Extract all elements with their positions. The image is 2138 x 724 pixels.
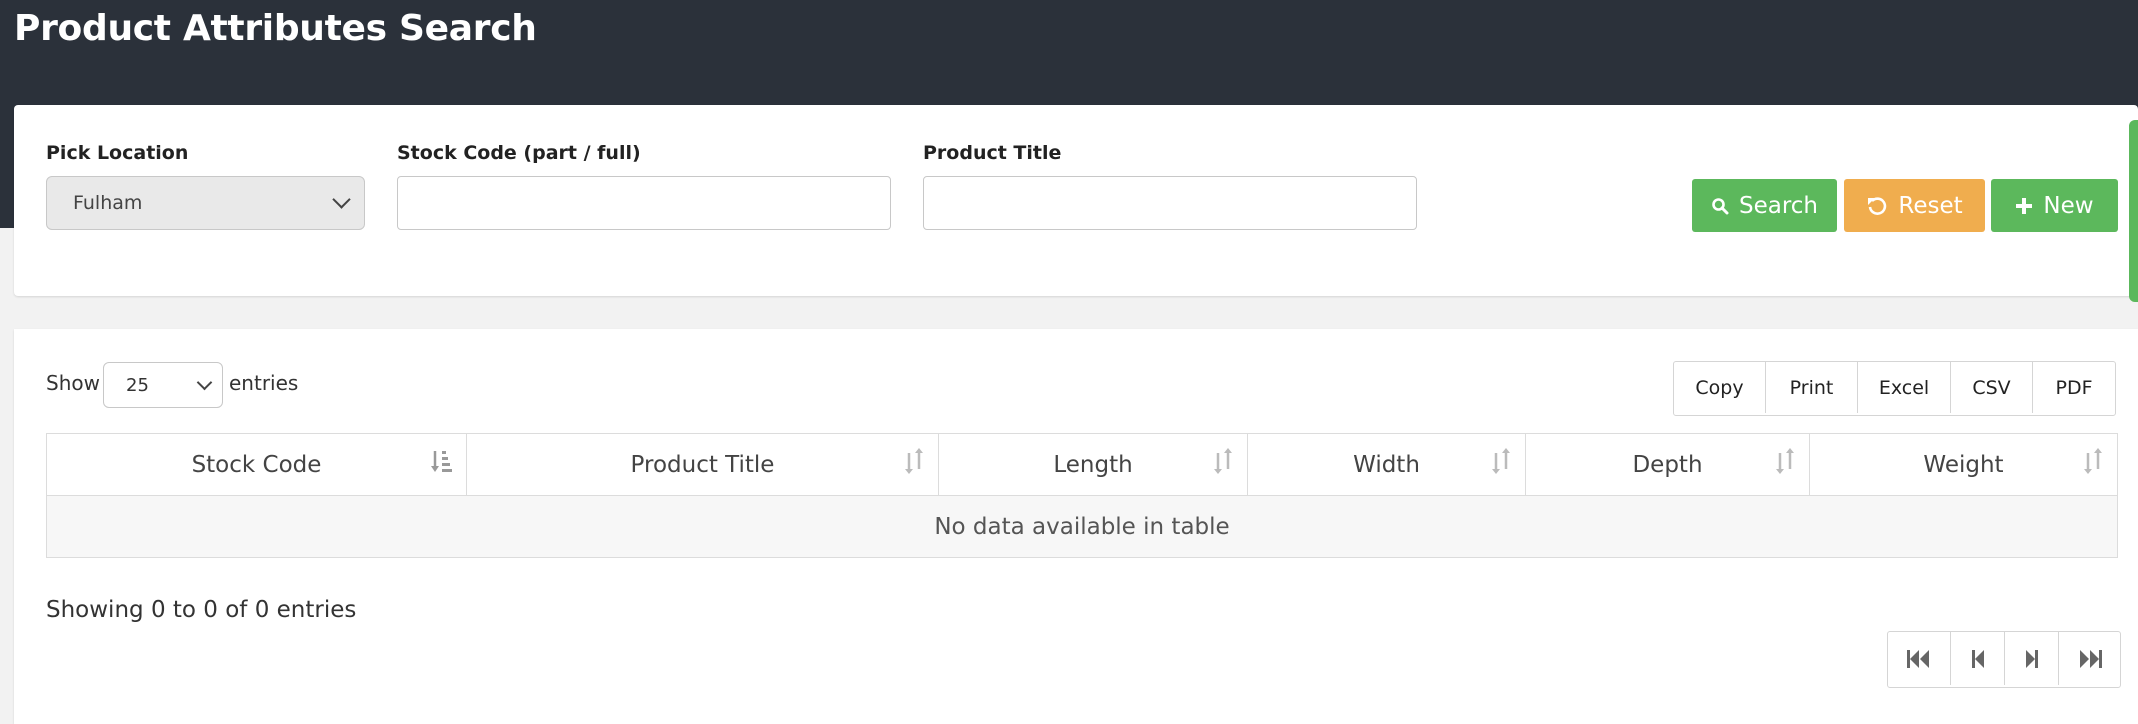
next-page-icon <box>2025 649 2038 668</box>
sort-both-icon <box>1492 448 1510 474</box>
next-page-button[interactable] <box>2005 632 2059 685</box>
sort-both-icon <box>905 448 923 474</box>
pick-location-select[interactable]: Fulham <box>46 176 365 230</box>
first-page-button[interactable] <box>1888 632 1951 685</box>
page-size-value: 25 <box>126 374 149 396</box>
column-header-product-title[interactable]: Product Title <box>466 433 939 496</box>
pick-location-label: Pick Location <box>46 142 189 164</box>
previous-page-icon <box>1971 649 1984 668</box>
column-header-depth[interactable]: Depth <box>1525 433 1810 496</box>
sort-both-icon <box>1776 448 1794 474</box>
pick-location-value: Fulham <box>73 192 143 214</box>
empty-table-message: No data available in table <box>46 495 2118 558</box>
plus-icon <box>2016 197 2033 214</box>
product-title-input[interactable] <box>923 176 1417 230</box>
entries-label: entries <box>229 371 299 395</box>
sort-ascending-icon <box>431 451 452 472</box>
sort-both-icon <box>1214 448 1232 474</box>
last-page-icon <box>2079 649 2102 668</box>
pagination <box>1887 631 2121 688</box>
results-table: Stock Code Product Title Length Width De… <box>46 433 2118 558</box>
page-title: Product Attributes Search <box>14 8 537 49</box>
column-header-length[interactable]: Length <box>938 433 1248 496</box>
table-info: Showing 0 to 0 of 0 entries <box>46 597 357 623</box>
previous-page-button[interactable] <box>1951 632 2005 685</box>
chevron-down-icon <box>196 374 213 391</box>
show-label: Show <box>46 371 100 395</box>
new-button-label: New <box>2043 192 2094 219</box>
reset-button[interactable]: Reset <box>1844 179 1985 232</box>
column-header-width[interactable]: Width <box>1247 433 1526 496</box>
reset-icon <box>1868 196 1887 215</box>
search-icon <box>1712 197 1729 214</box>
search-button[interactable]: Search <box>1692 179 1837 232</box>
last-page-button[interactable] <box>2059 632 2120 685</box>
csv-button[interactable]: CSV <box>1951 362 2033 413</box>
stock-code-label: Stock Code (part / full) <box>397 142 641 164</box>
column-header-weight[interactable]: Weight <box>1809 433 2118 496</box>
first-page-icon <box>1907 649 1929 668</box>
search-button-label: Search <box>1738 192 1819 219</box>
pdf-button[interactable]: PDF <box>2033 362 2115 413</box>
page-size-select[interactable]: 25 <box>103 362 223 408</box>
product-title-label: Product Title <box>923 142 1062 164</box>
stock-code-input[interactable] <box>397 176 891 230</box>
print-button[interactable]: Print <box>1766 362 1858 413</box>
reset-button-label: Reset <box>1898 192 1963 219</box>
new-button[interactable]: New <box>1991 179 2118 232</box>
copy-button[interactable]: Copy <box>1674 362 1766 413</box>
side-panel-tab[interactable] <box>2129 120 2138 302</box>
export-buttons: Copy Print Excel CSV PDF <box>1673 361 2116 416</box>
chevron-down-icon <box>332 190 351 209</box>
excel-button[interactable]: Excel <box>1858 362 1951 413</box>
table-row: No data available in table <box>46 495 2118 558</box>
table-header-row: Stock Code Product Title Length Width De… <box>46 433 2118 496</box>
column-header-stock-code[interactable]: Stock Code <box>46 433 467 496</box>
sort-both-icon <box>2084 448 2102 474</box>
